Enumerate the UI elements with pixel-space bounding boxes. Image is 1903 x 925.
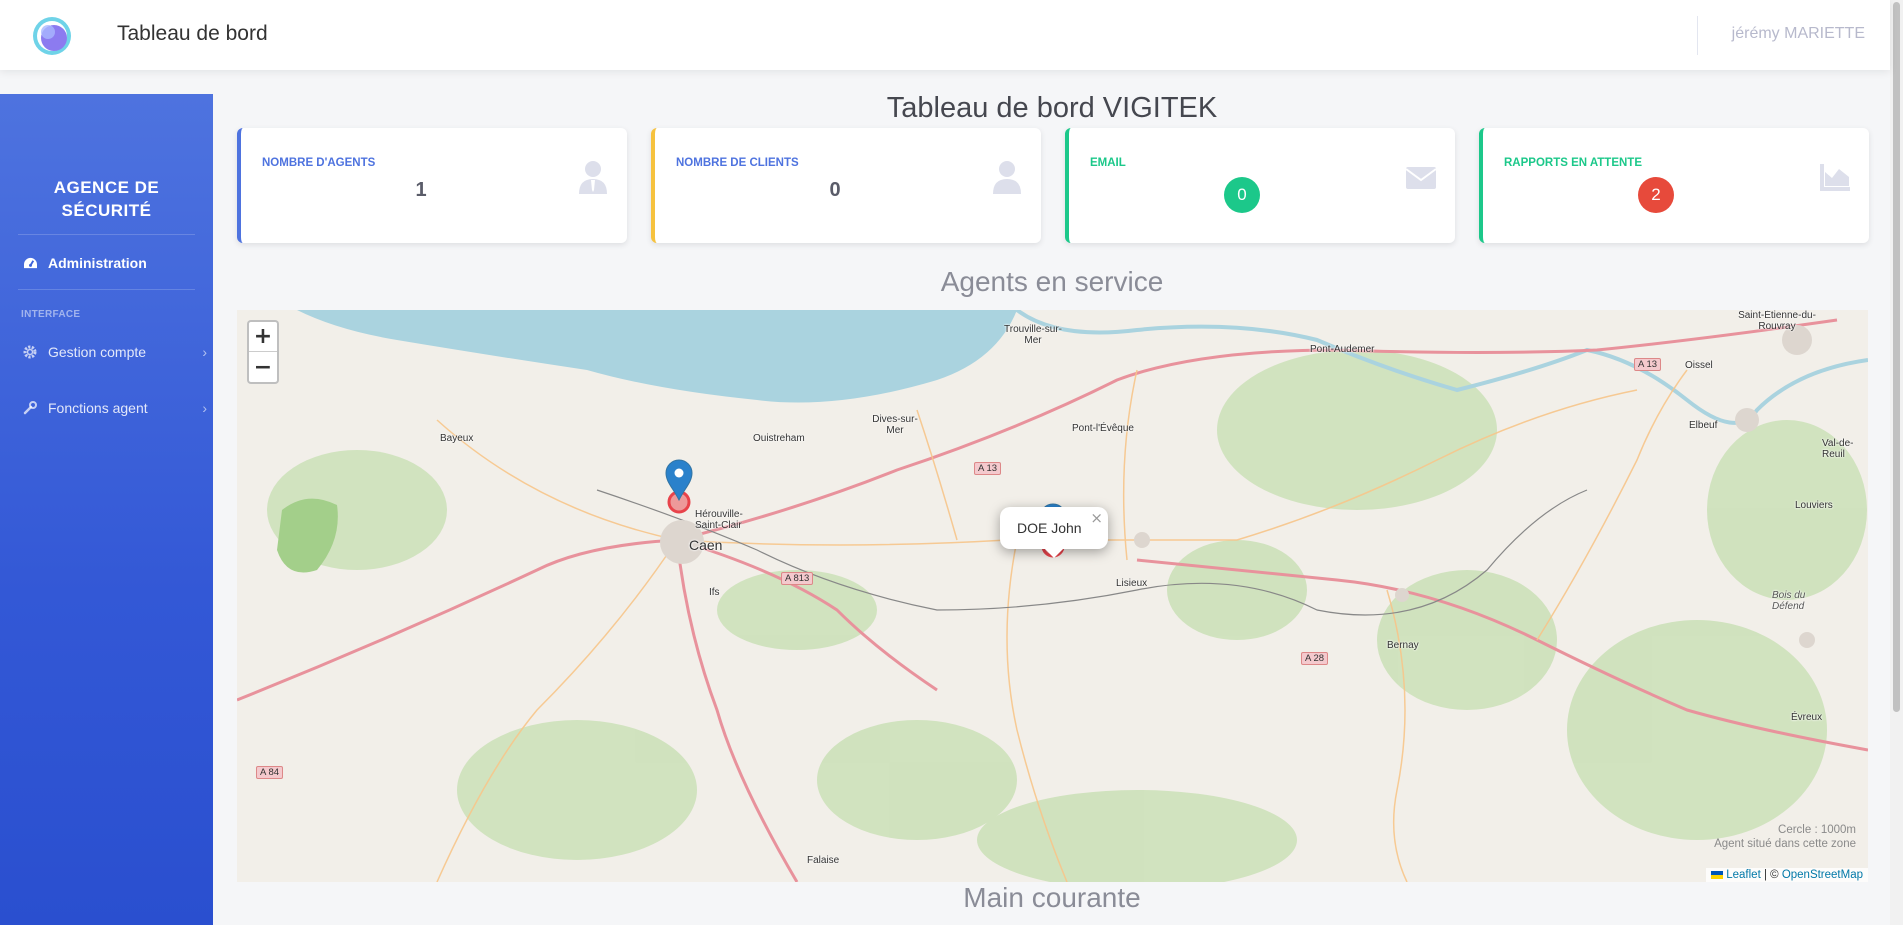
page-scrollbar[interactable] [1890, 0, 1903, 925]
map-place-label: Elbeuf [1689, 420, 1718, 431]
topbar-title: Tableau de bord [117, 22, 268, 45]
map-place-label: Falaise [807, 855, 840, 866]
map-legend: Cercle : 1000m Agent situé dans cette zo… [1714, 823, 1856, 851]
map-place-label: Pont-l'Évêque [1072, 423, 1134, 434]
map-place-label: Bois du Défend [1772, 590, 1806, 612]
app-logo[interactable] [30, 14, 76, 56]
card-email: EMAIL 0 [1065, 128, 1455, 243]
card-rapports: RAPPORTS EN ATTENTE 2 [1479, 128, 1869, 243]
sidebar-item-label: Gestion compte [48, 344, 147, 360]
scrollbar-thumb[interactable] [1893, 2, 1900, 712]
osm-link[interactable]: OpenStreetMap [1782, 869, 1863, 881]
card-label: NOMBRE DE CLIENTS [676, 157, 799, 169]
map-place-label: Hérouville-Saint-Clair [695, 509, 743, 531]
user-menu[interactable]: jérémy MARIETTE [1732, 25, 1865, 43]
sidebar-divider [18, 289, 195, 290]
map-section-title: Agents en service [940, 266, 1164, 297]
zoom-out-button[interactable]: − [249, 352, 277, 382]
wrench-icon [22, 400, 38, 416]
user-tie-icon [579, 161, 607, 194]
chevron-right-icon: › [202, 344, 207, 360]
page-title: Tableau de bord VIGITEK [886, 92, 1218, 124]
brand-line-1: AGENCE DE [53, 178, 160, 197]
main-courante-title: Main courante [963, 882, 1141, 913]
road-label: A 13 [1634, 358, 1662, 371]
map-place-label: Bernay [1387, 640, 1419, 651]
road-label: A 813 [781, 572, 814, 585]
legend-line-1: Cercle : 1000m [1778, 824, 1856, 836]
map-place-label: Dives-sur-Mer [872, 414, 918, 436]
map-place-label: Lisieux [1116, 578, 1148, 589]
topbar: Tableau de bord jérémy MARIETTE [0, 0, 1890, 70]
marker-popup: DOE John × [1000, 507, 1108, 558]
map-place-label: Louviers [1795, 500, 1833, 511]
map-tiles[interactable] [237, 310, 1868, 882]
map-place-label: Trouville-sur-Mer [1004, 324, 1062, 346]
map-place-label: Caen [689, 537, 723, 553]
card-label: RAPPORTS EN ATTENTE [1504, 157, 1643, 169]
user-icon [993, 161, 1021, 194]
map-place-label: Saint-Étienne-du-Rouvray [1738, 310, 1816, 332]
email-count-badge[interactable]: 0 [1224, 177, 1260, 213]
tachometer-icon [22, 255, 38, 271]
sidebar: AGENCE DE SÉCURITÉ Administration INTERF… [0, 94, 213, 925]
sidebar-divider [18, 234, 195, 235]
legend-line-2: Agent situé dans cette zone [1714, 838, 1856, 850]
leaflet-link[interactable]: Leaflet [1726, 869, 1761, 881]
map-place-label: Évreux [1791, 712, 1823, 723]
envelope-icon [1405, 167, 1437, 189]
card-agents: NOMBRE D'AGENTS 1 [237, 128, 627, 243]
map-place-label: Oissel [1685, 360, 1713, 371]
sidebar-brand[interactable]: AGENCE DE SÉCURITÉ [0, 176, 213, 222]
popup-tip [1044, 548, 1064, 558]
road-label: A 28 [1301, 652, 1329, 665]
map-place-label: Ifs [709, 587, 720, 598]
sidebar-heading: INTERFACE [21, 309, 81, 320]
card-value: 1 [415, 179, 427, 201]
ukraine-flag-icon [1711, 870, 1724, 879]
map-place-label: Val-de-Reuil [1822, 438, 1854, 460]
topbar-divider [1697, 16, 1698, 55]
attribution-separator: | © [1760, 869, 1782, 881]
zoom-in-button[interactable]: + [249, 322, 277, 352]
sidebar-item-label: Administration [48, 255, 147, 271]
card-clients: NOMBRE DE CLIENTS 0 [651, 128, 1041, 243]
map-zoom-control: + − [247, 320, 279, 384]
chevron-right-icon: › [202, 400, 207, 416]
popup-close-button[interactable]: × [1090, 509, 1103, 527]
brand-line-2: SÉCURITÉ [61, 201, 152, 220]
sidebar-item-fonctions-agent[interactable]: Fonctions agent › [0, 388, 213, 428]
chart-area-icon [1820, 164, 1850, 191]
map-attribution: Leaflet | © OpenStreetMap [1706, 868, 1868, 882]
card-label: NOMBRE D'AGENTS [262, 157, 376, 169]
gear-icon [22, 344, 38, 360]
sidebar-item-administration[interactable]: Administration [0, 243, 213, 283]
agents-map[interactable]: Trouville-sur-Mer Pont-Audemer Saint-Éti… [237, 310, 1868, 882]
map-place-label: Bayeux [440, 433, 474, 444]
map-place-label: Pont-Audemer [1310, 344, 1375, 355]
card-label: EMAIL [1090, 157, 1126, 169]
sidebar-item-label: Fonctions agent [48, 400, 148, 416]
road-label: A 84 [256, 766, 284, 779]
card-value: 0 [829, 179, 841, 201]
popup-agent-name: DOE John [1017, 520, 1082, 536]
map-place-label: Ouistreham [753, 433, 805, 444]
rapports-count-badge[interactable]: 2 [1638, 177, 1674, 213]
sidebar-item-gestion-compte[interactable]: Gestion compte › [0, 332, 213, 372]
road-label: A 13 [974, 462, 1002, 475]
